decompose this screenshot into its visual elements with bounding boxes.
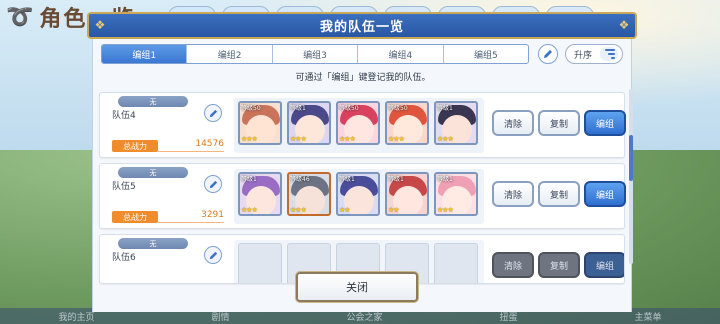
tab-group-2[interactable]: 编组2 — [187, 45, 273, 63]
sort-order-button[interactable]: 升序 — [565, 44, 623, 64]
star-rating-icon: ★★★ — [437, 206, 454, 214]
clear-button-disabled: 清除 — [492, 252, 534, 278]
copy-button-disabled: 复制 — [538, 252, 580, 278]
pencil-icon — [544, 50, 552, 58]
star-rating-icon: ★★ — [388, 206, 400, 214]
member-slots: 等级1 ★★★ 等级46 ★★★ 等级1 ★★ 等级1 ★★ 等级1 ★★★ — [234, 169, 484, 224]
total-power-label: 总战力 — [112, 211, 158, 223]
dialog-title: 我的队伍一览 — [319, 20, 404, 35]
swirl-icon: ➰ — [6, 4, 36, 30]
character-level: 等级1 — [388, 176, 404, 183]
total-power-value: 14576 — [195, 139, 224, 149]
team-row: 无 队伍4 总战力 14576 等级50 ★★★ 等级1 ★★★ 等级50 ★★… — [99, 92, 626, 158]
team-row: 无 队伍5 总战力 3291 等级1 ★★★ 等级46 ★★★ 等级1 ★★ 等… — [99, 163, 626, 229]
sort-order-label: 升序 — [574, 50, 593, 61]
sort-icon — [600, 47, 618, 61]
empty-character-slot[interactable] — [434, 243, 478, 283]
total-power-label: 总战力 — [112, 140, 158, 152]
pencil-icon — [209, 109, 217, 117]
star-rating-icon: ★★★ — [241, 135, 258, 143]
ornament-icon: ❖ — [94, 18, 106, 32]
power-underline — [158, 222, 224, 223]
character-level: 等级46 — [290, 176, 310, 183]
character-level: 等级1 — [437, 176, 453, 183]
tab-group-5[interactable]: 编组5 — [444, 45, 528, 63]
character-level: 等级1 — [290, 105, 306, 112]
total-power-value: 3291 — [201, 210, 224, 220]
pencil-icon — [209, 251, 217, 259]
copy-button[interactable]: 复制 — [538, 181, 580, 207]
character-level: 等级50 — [339, 105, 359, 112]
character-slot[interactable]: 等级50 ★★★ — [238, 101, 282, 145]
character-level: 等级1 — [241, 176, 257, 183]
edit-team-button[interactable]: 编组 — [584, 110, 626, 136]
character-level: 等级1 — [339, 176, 355, 183]
group-tab-bar: 编组1 编组2 编组3 编组4 编组5 — [101, 44, 529, 64]
clear-button[interactable]: 清除 — [492, 181, 534, 207]
bottom-nav-menu: 主菜单 — [634, 312, 662, 323]
character-level: 等级50 — [388, 105, 408, 112]
scrollbar-thumb[interactable] — [629, 135, 633, 181]
hint-text: 可通过「编组」键登记我的队伍。 — [295, 73, 431, 83]
character-level: 等级50 — [241, 105, 261, 112]
character-slot[interactable]: 等级1 ★★★ — [287, 101, 331, 145]
star-rating-icon: ★★★ — [339, 135, 356, 143]
star-rating-icon: ★★★ — [241, 206, 258, 214]
team-name: 队伍4 — [112, 111, 136, 121]
team-name: 队伍6 — [112, 253, 136, 263]
character-slot[interactable]: 等级50 ★★★ — [336, 101, 380, 145]
close-button[interactable]: 关闭 — [296, 272, 418, 302]
member-slots: 等级50 ★★★ 等级1 ★★★ 等级50 ★★★ 等级50 ★★★ 等级1 ★… — [234, 98, 484, 153]
rename-team-button[interactable] — [204, 175, 222, 193]
star-rating-icon: ★★★ — [388, 135, 405, 143]
character-slot[interactable]: 等级46 ★★★ — [287, 172, 331, 216]
character-slot[interactable]: 等级1 ★★★ — [238, 172, 282, 216]
edit-team-button[interactable]: 编组 — [584, 252, 624, 278]
character-slot[interactable]: 等级1 ★★ — [385, 172, 429, 216]
power-underline — [158, 151, 224, 152]
star-rating-icon: ★★★ — [290, 206, 307, 214]
copy-button[interactable]: 复制 — [538, 110, 580, 136]
star-rating-icon: ★★★ — [290, 135, 307, 143]
edit-team-button[interactable]: 编组 — [584, 181, 626, 207]
team-badge: 无 — [118, 96, 188, 107]
character-slot[interactable]: 等级1 ★★★ — [434, 101, 478, 145]
rename-team-button[interactable] — [204, 104, 222, 122]
clear-button[interactable]: 清除 — [492, 110, 534, 136]
empty-character-slot[interactable] — [238, 243, 282, 283]
dialog-header: ❖ 我的队伍一览 ❖ — [87, 12, 637, 39]
team-list-scrollbar[interactable] — [629, 89, 633, 264]
star-rating-icon: ★★ — [339, 206, 351, 214]
character-slot[interactable]: 等级1 ★★ — [336, 172, 380, 216]
character-level: 等级1 — [437, 105, 453, 112]
character-slot[interactable]: 等级1 ★★★ — [434, 172, 478, 216]
star-rating-icon: ★★★ — [437, 135, 454, 143]
tab-group-4[interactable]: 编组4 — [358, 45, 444, 63]
rename-group-button[interactable] — [538, 44, 558, 64]
character-slot[interactable]: 等级50 ★★★ — [385, 101, 429, 145]
team-badge: 无 — [118, 167, 188, 178]
team-list-dialog: ❖ 我的队伍一览 ❖ 编组1 编组2 编组3 编组4 编组5 升序 可通过「编组… — [87, 12, 637, 312]
rename-team-button[interactable] — [204, 246, 222, 264]
tab-group-3[interactable]: 编组3 — [273, 45, 359, 63]
team-name: 队伍5 — [112, 182, 136, 192]
ornament-icon: ❖ — [618, 18, 630, 32]
pencil-icon — [209, 180, 217, 188]
team-badge: 无 — [118, 238, 188, 249]
tab-group-1[interactable]: 编组1 — [102, 45, 188, 63]
